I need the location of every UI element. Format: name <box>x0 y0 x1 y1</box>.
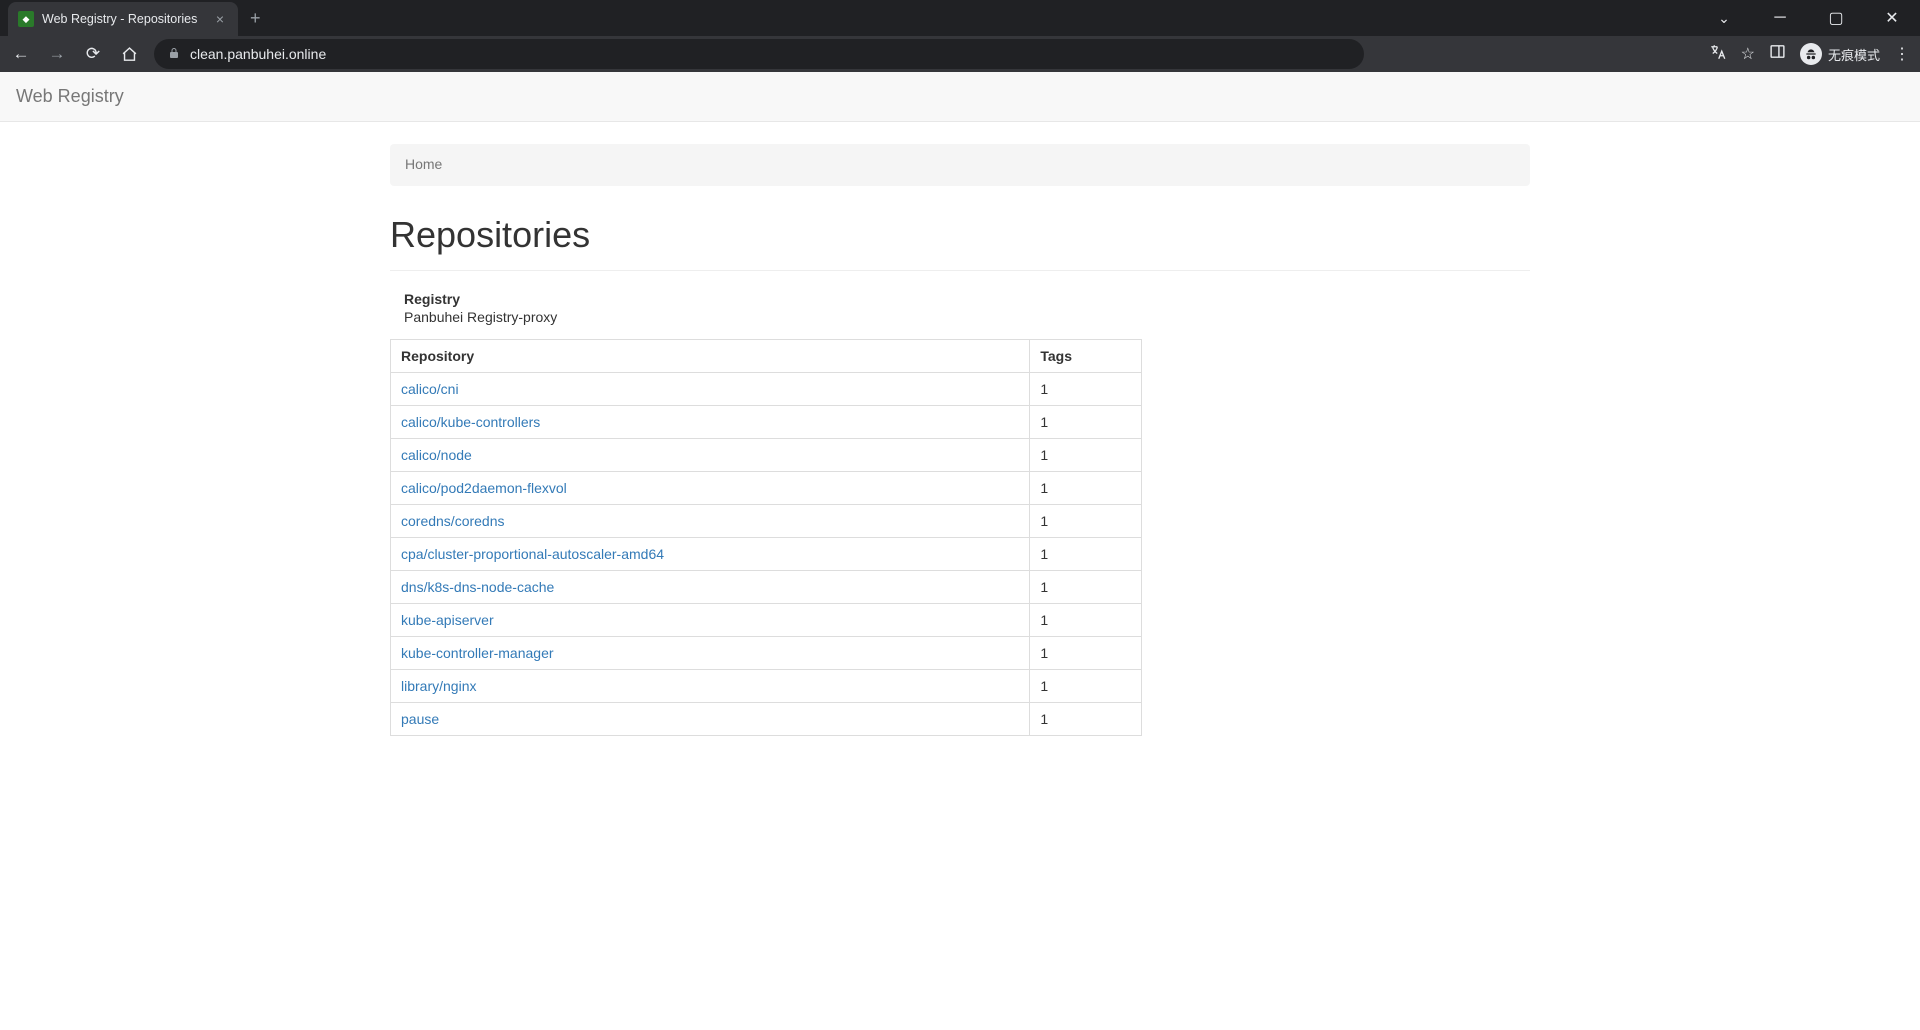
repo-cell: coredns/coredns <box>391 505 1030 538</box>
tags-cell: 1 <box>1030 604 1142 637</box>
bookmark-icon[interactable]: ☆ <box>1741 44 1755 64</box>
table-row: calico/node 1 <box>391 439 1142 472</box>
repo-link[interactable]: kube-apiserver <box>401 612 494 628</box>
repo-link[interactable]: pause <box>401 711 439 727</box>
table-row: cpa/cluster-proportional-autoscaler-amd6… <box>391 538 1142 571</box>
main-container: Home Repositories Registry Panbuhei Regi… <box>375 144 1545 736</box>
repo-link[interactable]: coredns/coredns <box>401 513 505 529</box>
tags-cell: 1 <box>1030 373 1142 406</box>
breadcrumb: Home <box>390 144 1530 186</box>
table-row: calico/pod2daemon-flexvol 1 <box>391 472 1142 505</box>
repo-cell: kube-controller-manager <box>391 637 1030 670</box>
registry-info: Registry Panbuhei Registry-proxy <box>390 291 1530 325</box>
repo-link[interactable]: dns/k8s-dns-node-cache <box>401 579 554 595</box>
repo-cell: calico/node <box>391 439 1030 472</box>
table-row: dns/k8s-dns-node-cache 1 <box>391 571 1142 604</box>
browser-chrome: ◆ Web Registry - Repositories × + ⌄ ─ ▢ … <box>0 0 1920 72</box>
minimize-icon[interactable]: ─ <box>1758 3 1802 33</box>
tags-cell: 1 <box>1030 406 1142 439</box>
address-bar[interactable]: clean.panbuhei.online <box>154 39 1364 69</box>
repo-link[interactable]: cpa/cluster-proportional-autoscaler-amd6… <box>401 546 664 562</box>
table-row: pause 1 <box>391 703 1142 736</box>
back-icon[interactable]: ← <box>10 43 32 65</box>
tab-title: Web Registry - Repositories <box>42 12 204 26</box>
tags-cell: 1 <box>1030 472 1142 505</box>
panel-icon[interactable] <box>1769 43 1786 65</box>
repo-cell: kube-apiserver <box>391 604 1030 637</box>
repo-cell: calico/kube-controllers <box>391 406 1030 439</box>
home-icon[interactable] <box>118 43 140 65</box>
registry-value: Panbuhei Registry-proxy <box>404 309 1530 325</box>
lock-icon <box>168 47 180 62</box>
brand[interactable]: Web Registry <box>16 86 124 106</box>
column-header-tags: Tags <box>1030 340 1142 373</box>
favicon-icon: ◆ <box>18 11 34 27</box>
table-row: coredns/coredns 1 <box>391 505 1142 538</box>
forward-icon[interactable]: → <box>46 43 68 65</box>
repo-link[interactable]: calico/node <box>401 447 472 463</box>
new-tab-button[interactable]: + <box>238 8 273 29</box>
repo-link[interactable]: calico/kube-controllers <box>401 414 540 430</box>
table-row: library/nginx 1 <box>391 670 1142 703</box>
page-title: Repositories <box>390 214 1530 271</box>
tags-cell: 1 <box>1030 571 1142 604</box>
table-row: calico/cni 1 <box>391 373 1142 406</box>
repo-link[interactable]: calico/cni <box>401 381 459 397</box>
incognito-badge[interactable]: 无痕模式 <box>1800 43 1880 65</box>
breadcrumb-home[interactable]: Home <box>405 156 442 172</box>
repo-link[interactable]: kube-controller-manager <box>401 645 554 661</box>
toolbar-right: ☆ 无痕模式 ⋮ <box>1709 43 1910 66</box>
repo-cell: calico/pod2daemon-flexvol <box>391 472 1030 505</box>
close-window-icon[interactable]: ✕ <box>1870 3 1914 33</box>
tab-bar: ◆ Web Registry - Repositories × + ⌄ ─ ▢ … <box>0 0 1920 36</box>
table-row: kube-apiserver 1 <box>391 604 1142 637</box>
url-text: clean.panbuhei.online <box>190 46 326 62</box>
tags-cell: 1 <box>1030 538 1142 571</box>
repo-cell: cpa/cluster-proportional-autoscaler-amd6… <box>391 538 1030 571</box>
table-row: kube-controller-manager 1 <box>391 637 1142 670</box>
tags-cell: 1 <box>1030 703 1142 736</box>
chevron-down-icon[interactable]: ⌄ <box>1702 3 1746 33</box>
repo-cell: pause <box>391 703 1030 736</box>
repo-link[interactable]: calico/pod2daemon-flexvol <box>401 480 567 496</box>
browser-tab[interactable]: ◆ Web Registry - Repositories × <box>8 2 238 36</box>
tags-cell: 1 <box>1030 439 1142 472</box>
table-row: calico/kube-controllers 1 <box>391 406 1142 439</box>
tags-cell: 1 <box>1030 637 1142 670</box>
tags-cell: 1 <box>1030 670 1142 703</box>
repo-link[interactable]: library/nginx <box>401 678 476 694</box>
nav-bar: ← → ⟳ clean.panbuhei.online ☆ 无痕模式 <box>0 36 1920 72</box>
reload-icon[interactable]: ⟳ <box>82 43 104 65</box>
tags-cell: 1 <box>1030 505 1142 538</box>
column-header-repository: Repository <box>391 340 1030 373</box>
repo-cell: dns/k8s-dns-node-cache <box>391 571 1030 604</box>
window-controls: ⌄ ─ ▢ ✕ <box>1702 3 1920 33</box>
incognito-label: 无痕模式 <box>1828 45 1880 64</box>
repositories-table: Repository Tags calico/cni1calico/kube-c… <box>390 339 1142 736</box>
maximize-icon[interactable]: ▢ <box>1814 3 1858 33</box>
repo-cell: library/nginx <box>391 670 1030 703</box>
translate-icon[interactable] <box>1709 43 1727 66</box>
repo-cell: calico/cni <box>391 373 1030 406</box>
registry-label: Registry <box>404 291 1530 307</box>
page-header: Web Registry <box>0 72 1920 122</box>
menu-icon[interactable]: ⋮ <box>1894 44 1910 64</box>
incognito-icon <box>1800 43 1822 65</box>
close-icon[interactable]: × <box>212 9 228 29</box>
